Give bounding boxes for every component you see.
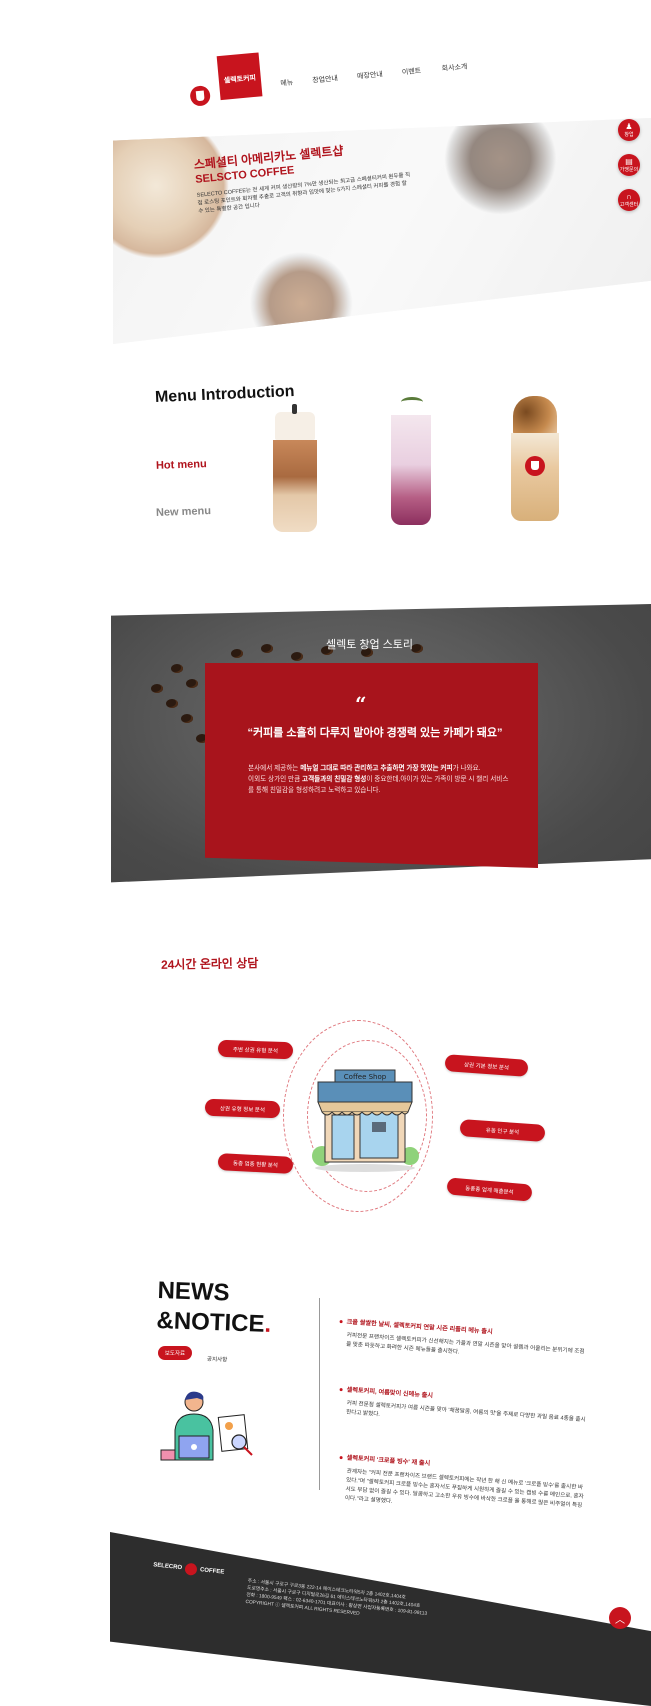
nav-item-event[interactable]: 이벤트 — [401, 66, 422, 78]
consult-pill-basic[interactable]: 상권 기본 정보 분석 — [444, 1054, 529, 1077]
menu-tab-hot[interactable]: Hot menu — [156, 458, 207, 472]
scroll-top-button[interactable]: ︿ — [609, 1607, 631, 1629]
quote-icon: “ — [355, 692, 367, 716]
side-button-startup[interactable]: ♟ 창업 — [618, 119, 640, 141]
story-description: 본사에서 제공하는 메뉴얼 그대로 따라 관리하고 추출하면 가장 맛있는 커피… — [248, 765, 509, 794]
consult-pill-traffic[interactable]: 유동 인구 분석 — [459, 1119, 546, 1142]
news-divider — [319, 1298, 320, 1490]
consult-pill-area[interactable]: 주변 상권 유형 분석 — [217, 1039, 294, 1060]
side-button-franchise[interactable]: ▤ 가맹문의 — [618, 154, 640, 176]
brand-logo[interactable] — [189, 85, 212, 107]
chevron-up-icon: ︿ — [615, 1614, 625, 1626]
menu-item-berry-drink[interactable] — [391, 397, 431, 525]
coffee-shop-illustration: Coffee Shop — [312, 1069, 419, 1172]
worker-illustration — [160, 1391, 253, 1461]
nav-item-stores[interactable]: 매장안내 — [357, 69, 384, 81]
menu-item-latte[interactable] — [273, 404, 317, 532]
menu-section-title: Menu Introduction — [154, 382, 295, 407]
main-nav: 셀렉토커피 메뉴 창업안내 매장안내 이벤트 회사소개 — [189, 19, 499, 116]
headset-icon: ∩ — [626, 191, 632, 201]
news-title: NEWS &NOTICE. — [156, 1277, 272, 1338]
nav-item-company[interactable]: 회사소개 — [441, 62, 468, 74]
consult-title: 24시간 온라인 상담 — [160, 956, 259, 972]
menu-item-croffle-bingsu[interactable] — [511, 396, 559, 521]
story-quote: “커피를 소홀히 다루지 말아야 경쟁력 있는 카페가 돼요” — [247, 727, 503, 739]
consult-pill-type[interactable]: 상권 유형 정보 분석 — [204, 1098, 281, 1119]
nav-item-startup[interactable]: 창업안내 — [312, 73, 339, 85]
consult-pill-sales[interactable]: 동종종 업계 매출분석 — [446, 1177, 533, 1202]
side-button-support[interactable]: ∩ 고객센터 — [618, 189, 640, 211]
consult-pill-competitor[interactable]: 동종 업종 현황 분석 — [217, 1153, 294, 1174]
nav-item-menu[interactable]: 메뉴 — [280, 77, 294, 88]
coffee-cup-icon — [184, 1562, 198, 1576]
people-icon: ♟ — [625, 121, 633, 131]
shop-sign: Coffee Shop — [344, 1073, 387, 1081]
store-icon: ▤ — [625, 156, 633, 166]
nav-item-selecto[interactable]: 셀렉토커피 — [216, 52, 263, 101]
news-item[interactable]: 셀렉토커피, 여름맞이 신메뉴 출시 커피 전문점 셀렉토커피가 여름 시즌을 … — [338, 1384, 590, 1434]
news-item[interactable]: 크을 쌀쌀한 날씨, 셀렉토커피 연말 시즌 리플리 메뉴 출시 커피전문 프랜… — [338, 1316, 590, 1366]
tab-notice[interactable]: 공지사항 — [207, 1355, 228, 1364]
news-item[interactable]: 셀렉토커피 '크로플 빙수' 재 출시 관계자는 "커피 전문 프랜차이즈 브랜… — [336, 1452, 589, 1520]
story-title: 셀렉토 창업 스토리 — [325, 639, 414, 651]
menu-tab-new[interactable]: New menu — [156, 505, 211, 519]
tab-press[interactable]: 보도자료 — [158, 1346, 192, 1360]
